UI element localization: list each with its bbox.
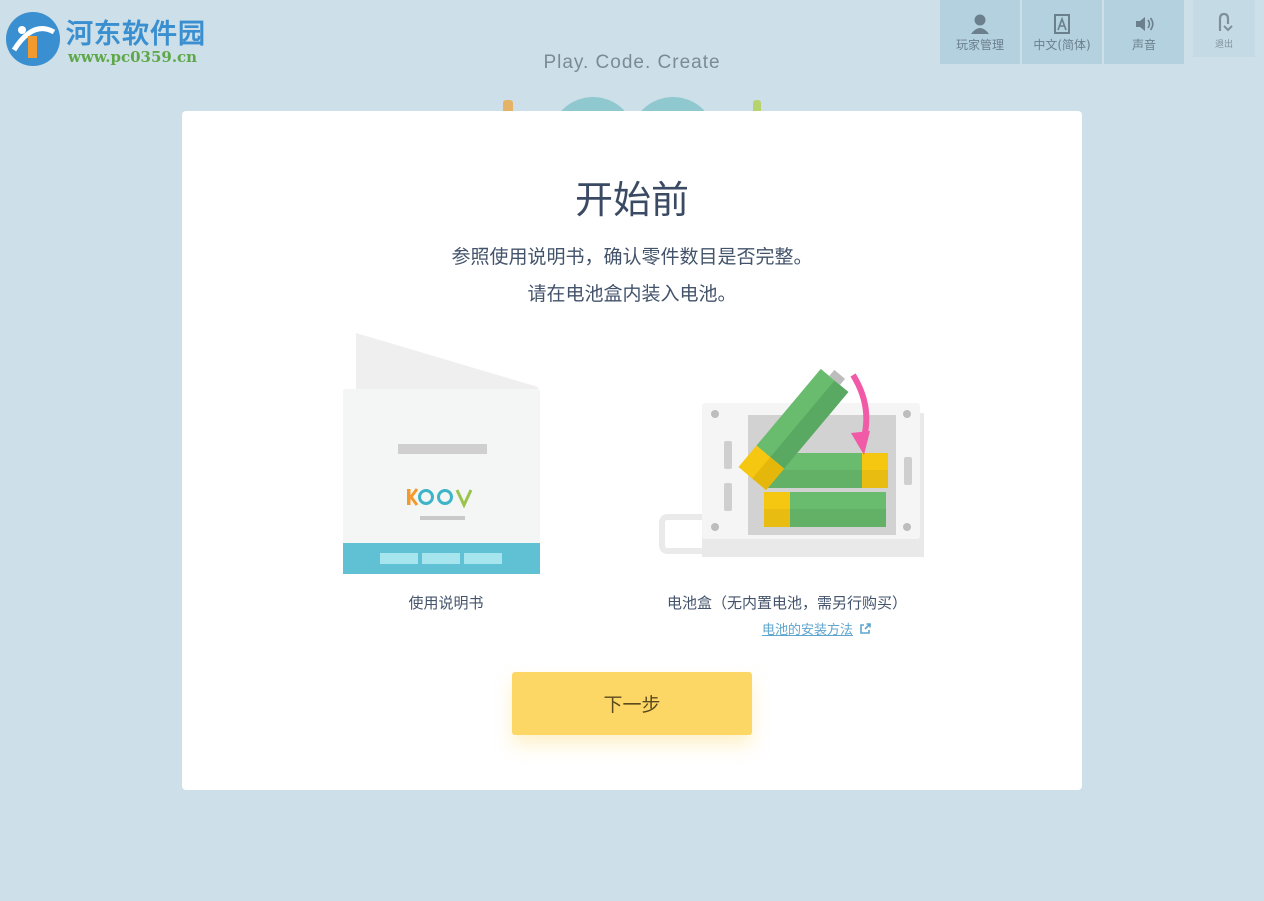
instruction-manual-illustration [343, 333, 540, 574]
exit-icon [1218, 12, 1233, 32]
instruction-line-1: 参照使用说明书，确认零件数目是否完整。 [451, 246, 813, 268]
battery-install-help-label: 电池的安装方法 [762, 623, 854, 638]
sound-button[interactable]: 声音 [1104, 0, 1184, 64]
language-label: 中文(简体) [1033, 38, 1091, 52]
battery-box-caption: 电池盒（无内置电池，需另行购买） [666, 594, 907, 612]
user-icon [971, 14, 989, 34]
before-start-card: 开始前 参照使用说明书，确认零件数目是否完整。 请在电池盒内装入电池。 使用说明… [182, 111, 1082, 790]
battery-install-help-link[interactable]: 电池的安装方法 [762, 619, 871, 638]
manual-caption: 使用说明书 [408, 594, 484, 612]
player-management-label: 玩家管理 [955, 38, 1004, 52]
language-icon [1054, 14, 1070, 34]
speaker-icon [1136, 17, 1154, 31]
watermark-title: 河东软件园 [66, 19, 206, 50]
next-step-button[interactable]: 下一步 [512, 672, 752, 735]
language-button[interactable]: 中文(简体) [1022, 0, 1102, 64]
exit-button[interactable]: 退出 [1193, 0, 1255, 57]
page-title: 开始前 [574, 178, 689, 222]
battery-box-illustration [659, 368, 924, 557]
player-management-button[interactable]: 玩家管理 [940, 0, 1020, 64]
instruction-line-2: 请在电池盒内装入电池。 [527, 283, 737, 305]
external-link-icon [860, 622, 871, 634]
sound-label: 声音 [1131, 38, 1156, 52]
exit-label: 退出 [1214, 40, 1233, 50]
